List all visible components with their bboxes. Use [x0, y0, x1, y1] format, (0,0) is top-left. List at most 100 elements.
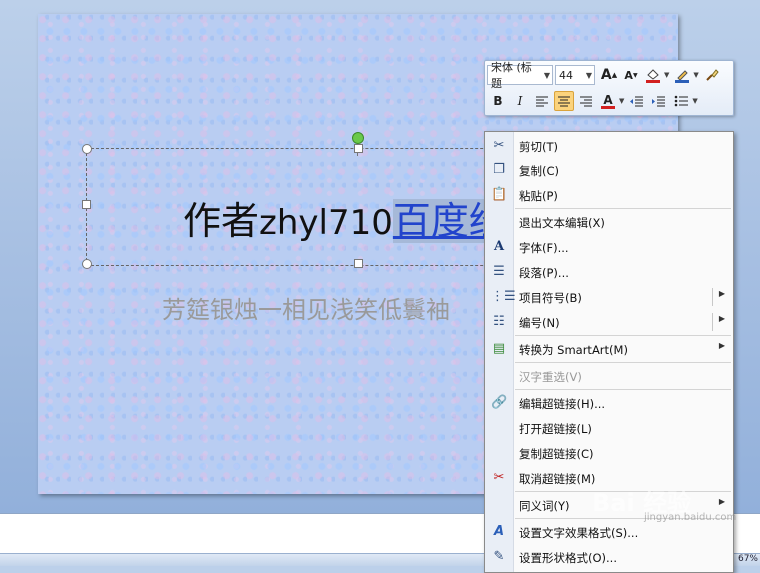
menu-item-cut[interactable]: ✂ 剪切(T) [485, 134, 733, 158]
menu-item-label: 项目符号(B) [519, 291, 582, 305]
menu-item-paste[interactable]: 📋 粘贴(P) [485, 183, 733, 207]
smartart-icon: ▤ [492, 341, 506, 356]
resize-handle-s[interactable] [354, 259, 363, 268]
text-effect-icon: A [493, 524, 505, 539]
bullets-icon [675, 95, 689, 107]
menu-item-open-hyperlink[interactable]: 打开超链接(L) [485, 416, 733, 440]
menu-item-label: 编号(N) [519, 316, 560, 330]
italic-label: I [517, 94, 523, 108]
bold-button[interactable]: B [488, 91, 508, 111]
chevron-down-icon[interactable]: ▼ [542, 71, 552, 80]
grow-font-button[interactable]: A ▲ [599, 65, 619, 85]
menu-item-bullets[interactable]: ⋮☰ 项目符号(B) ▶ [485, 285, 733, 309]
menu-separator [515, 208, 731, 209]
decrease-indent-button[interactable] [627, 91, 647, 111]
menu-item-label: 打开超链接(L) [519, 422, 592, 436]
scissors-icon: ✂ [493, 138, 505, 153]
submenu-divider [712, 288, 713, 306]
menu-item-label: 设置文字效果格式(S)... [519, 526, 639, 540]
align-left-button[interactable] [532, 91, 552, 111]
menu-item-label: 同义词(Y) [519, 499, 570, 513]
shrink-font-button[interactable]: A ▼ [621, 65, 641, 85]
menu-item-edit-hyperlink[interactable]: 🔗 编辑超链接(H)... [485, 391, 733, 415]
menu-item-numbering[interactable]: ☷ 编号(N) ▶ [485, 310, 733, 334]
menu-item-label: 复制超链接(C) [519, 447, 594, 461]
align-right-button[interactable] [576, 91, 596, 111]
remove-link-icon: ✂ [493, 470, 505, 485]
title-latin: zhyl710 [259, 203, 393, 243]
paste-icon: 📋 [491, 187, 508, 202]
resize-handle-w[interactable] [82, 200, 91, 209]
paint-bucket-icon [646, 69, 660, 83]
title-text[interactable]: 作者zhyl710百度经 [183, 190, 507, 245]
menu-item-convert-smartart[interactable]: ▤ 转换为 SmartArt(M) ▶ [485, 337, 733, 361]
menu-item-label: 字体(F)... [519, 241, 569, 255]
chevron-down-icon[interactable]: ▼ [692, 97, 697, 105]
resize-handle-n[interactable] [354, 144, 363, 153]
paragraph-icon: ☰ [493, 264, 505, 279]
font-name-combo[interactable]: 宋体 (标题 ▼ [487, 61, 553, 90]
title-cjk: 作者 [183, 199, 260, 243]
menu-item-label: 编辑超链接(H)... [519, 397, 606, 411]
chevron-down-icon[interactable]: ▼ [619, 97, 624, 105]
italic-button[interactable]: I [510, 91, 530, 111]
font-icon: A [493, 239, 505, 254]
numbering-icon: ☷ [493, 314, 505, 329]
chevron-down-icon[interactable]: ▼ [584, 71, 594, 80]
resize-handle-sw[interactable] [82, 259, 92, 269]
chevron-right-icon: ▶ [718, 289, 725, 298]
menu-separator [515, 362, 731, 363]
menu-item-label: 汉字重选(V) [519, 370, 582, 384]
menu-item-paragraph[interactable]: ☰ 段落(P)... [485, 260, 733, 284]
font-size-value: 44 [559, 68, 573, 82]
line-color-button[interactable] [672, 65, 692, 85]
hyperlink-icon: 🔗 [491, 395, 508, 410]
menu-item-label: 设置形状格式(O)... [519, 551, 617, 565]
increase-indent-icon [652, 96, 666, 107]
increase-indent-button[interactable] [649, 91, 669, 111]
menu-item-label: 粘贴(P) [519, 189, 558, 203]
menu-item-label: 剪切(T) [519, 140, 558, 154]
shape-format-icon: ✎ [493, 549, 505, 564]
menu-item-label: 段落(P)... [519, 266, 569, 280]
menu-item-reconvert: 汉字重选(V) [485, 364, 733, 388]
decrease-indent-icon [630, 96, 644, 107]
bullets-button[interactable] [671, 91, 691, 111]
chevron-right-icon: ▶ [718, 314, 725, 323]
font-name-value: 宋体 (标题 [491, 61, 532, 90]
subtitle-text[interactable]: 芳筵银烛一相见浅笑低鬟袖 [162, 290, 450, 325]
chevron-right-icon: ▶ [718, 341, 725, 350]
zoom-level[interactable]: 67% [738, 554, 758, 564]
submenu-divider [712, 313, 713, 331]
menu-item-label: 转换为 SmartArt(M) [519, 343, 628, 357]
pen-icon [675, 70, 690, 83]
menu-item-copy[interactable]: ❐ 复制(C) [485, 158, 733, 182]
align-center-button[interactable] [554, 91, 574, 111]
resize-handle-nw[interactable] [82, 144, 92, 154]
chevron-right-icon: ▶ [718, 497, 725, 506]
align-left-icon [536, 96, 548, 107]
font-size-combo[interactable]: 44 ▼ [555, 65, 595, 85]
font-color-swatch [601, 105, 615, 109]
menu-item-label: 取消超链接(M) [519, 472, 596, 486]
menu-item-format-text-effects[interactable]: A 设置文字效果格式(S)... [485, 520, 733, 544]
chevron-down-icon[interactable]: ▼ [664, 71, 669, 79]
rotate-handle[interactable] [352, 132, 364, 144]
chevron-down-icon[interactable]: ▼ [693, 71, 698, 79]
align-right-icon [580, 96, 592, 107]
grow-font-label: A [600, 67, 612, 83]
menu-item-label: 退出文本编辑(X) [519, 216, 605, 230]
menu-item-label: 复制(C) [519, 164, 560, 178]
format-painter-button[interactable] [702, 65, 722, 85]
watermark-url: jingyan.baidu.com [644, 512, 737, 523]
format-painter-icon [706, 69, 719, 81]
menu-item-format-shape[interactable]: ✎ 设置形状格式(O)... [485, 545, 733, 569]
shrink-font-label: A [624, 68, 633, 82]
bold-label: B [493, 94, 503, 108]
menu-item-font[interactable]: A 字体(F)... [485, 235, 733, 259]
font-color-button[interactable]: A [598, 91, 618, 111]
menu-item-exit-text-edit[interactable]: 退出文本编辑(X) [485, 210, 733, 234]
menu-item-copy-hyperlink[interactable]: 复制超链接(C) [485, 441, 733, 465]
menu-separator [515, 335, 731, 336]
fill-color-button[interactable] [643, 65, 663, 85]
